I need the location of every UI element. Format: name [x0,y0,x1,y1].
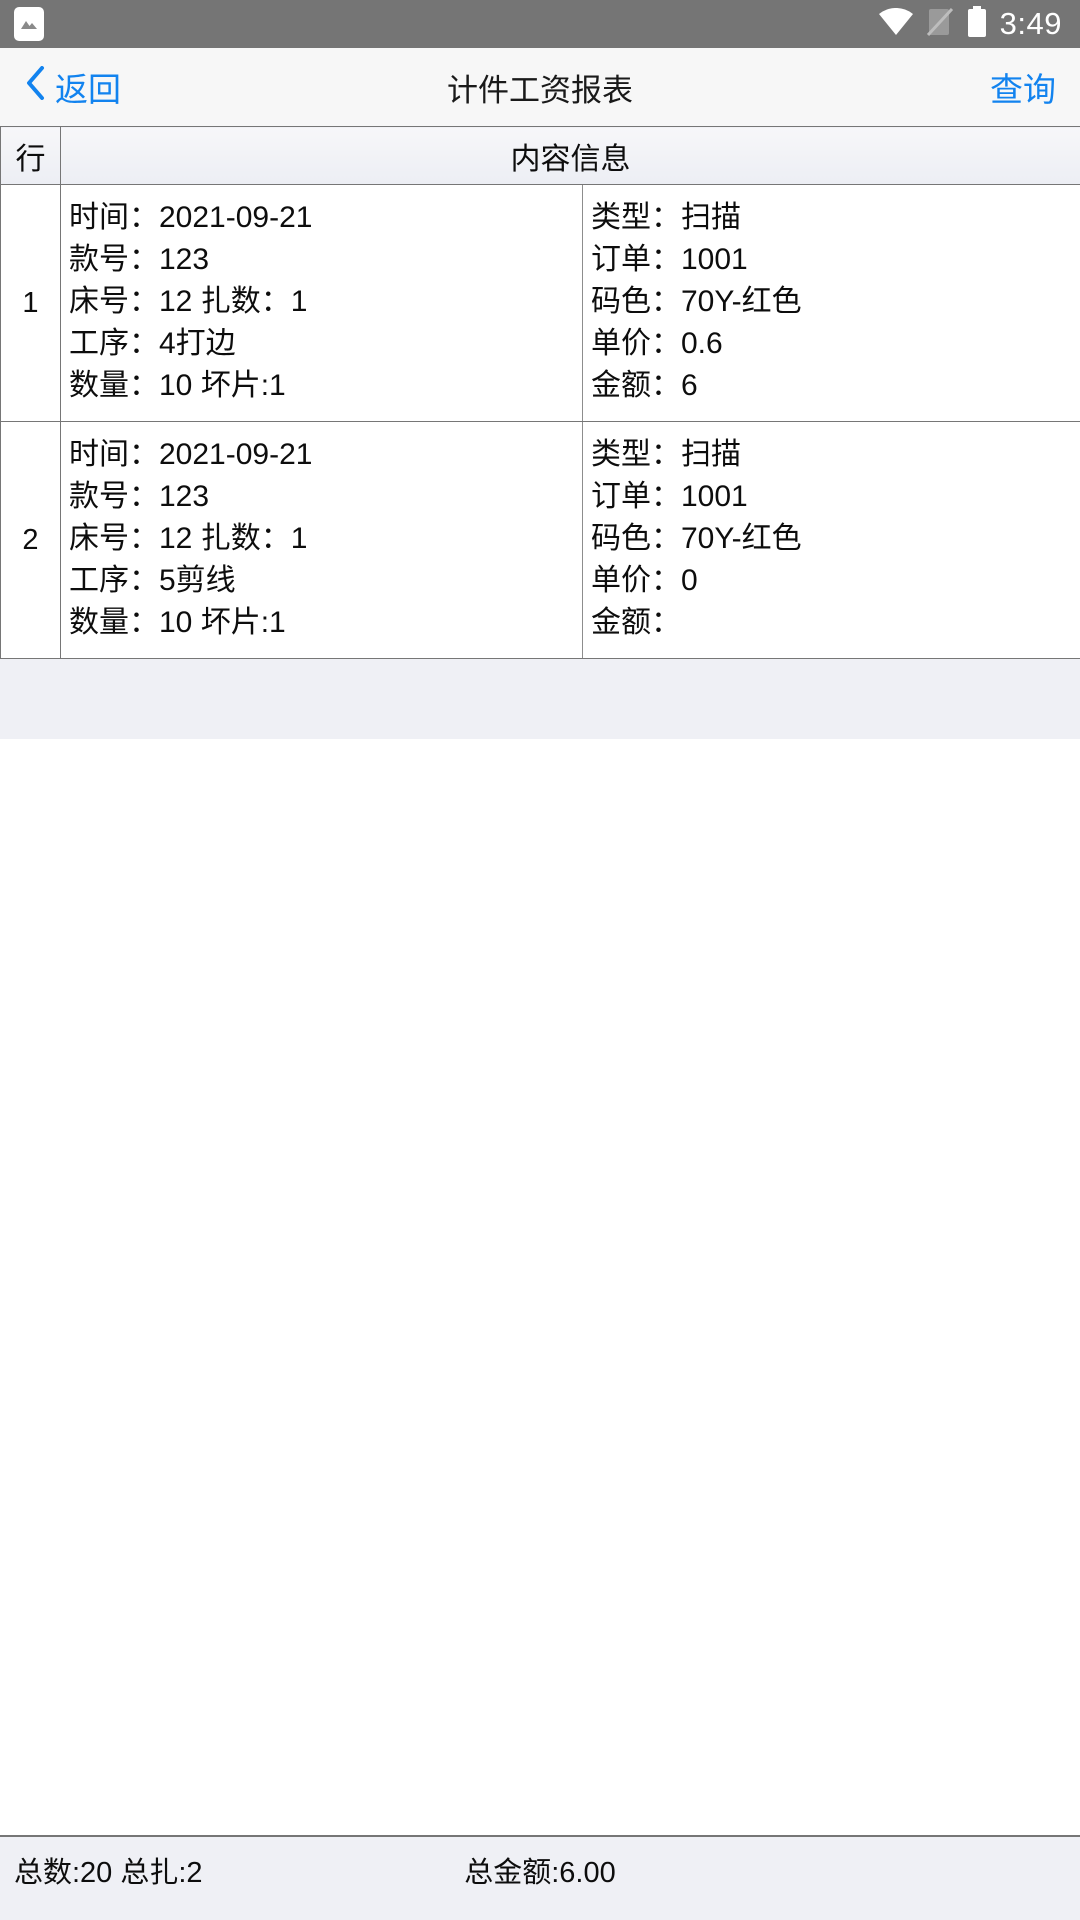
field-quantity: 数量：10 坏片:1 [69,606,286,639]
table-header-row: 行 内容信息 [0,126,1080,185]
table-header-content: 内容信息 [60,126,1080,185]
query-button[interactable]: 查询 [990,63,1056,111]
chevron-left-icon [26,66,46,108]
field-type: 类型：扫描 [591,201,741,234]
row-index: 2 [0,421,61,659]
battery-icon [966,5,988,43]
photo-notification-icon [14,7,44,41]
field-process: 工序：5剪线 [69,564,236,597]
row-content: 时间：2021-09-21 款号：123 床号：12 扎数：1 工序：4打边 数… [60,184,1080,422]
signal-off-icon [926,7,954,42]
navigation-bar: 返回 计件工资报表 查询 [0,48,1080,126]
list-empty-filler [0,659,1080,739]
field-amount: 金额：6 [591,369,698,402]
row-content-left: 时间：2021-09-21 款号：123 床号：12 扎数：1 工序：4打边 数… [61,185,583,421]
status-bar-left [14,7,44,41]
field-unit-price: 单价：0.6 [591,327,723,360]
field-bed-bundle: 床号：12 扎数：1 [69,522,308,555]
field-bed-bundle: 床号：12 扎数：1 [69,285,308,318]
field-order: 订单：1001 [591,480,748,513]
row-content-left: 时间：2021-09-21 款号：123 床号：12 扎数：1 工序：5剪线 数… [61,422,583,658]
summary-total-amount: 总金额:6.00 [464,1857,616,1889]
status-bar-clock: 3:49 [999,6,1062,41]
field-type: 类型：扫描 [591,438,741,471]
table-header: 行 内容信息 [0,126,1080,185]
back-button-label: 返回 [55,71,121,108]
row-content-right: 类型：扫描 订单：1001 码色：70Y-红色 单价：0 金额： [583,422,1080,658]
report-table-container: 行 内容信息 1 时间：2021-09-21 款号：123 床号：12 扎数：1… [0,126,1080,739]
summary-bar: 总数:20 总扎:2 总金额:6.00 [0,1835,1080,1920]
row-content: 时间：2021-09-21 款号：123 床号：12 扎数：1 工序：5剪线 数… [60,421,1080,659]
field-time: 时间：2021-09-21 [69,201,313,234]
field-size-color: 码色：70Y-红色 [591,522,802,555]
table-body: 1 时间：2021-09-21 款号：123 床号：12 扎数：1 工序：4打边… [0,184,1080,659]
table-row[interactable]: 1 时间：2021-09-21 款号：123 床号：12 扎数：1 工序：4打边… [0,184,1080,422]
field-quantity: 数量：10 坏片:1 [69,369,286,402]
table-header-index: 行 [0,126,61,185]
row-content-right: 类型：扫描 订单：1001 码色：70Y-红色 单价：0.6 金额：6 [583,185,1080,421]
field-style-no: 款号：123 [69,480,210,513]
status-bar: 3:49 [0,0,1080,48]
back-button[interactable]: 返回 [0,63,121,111]
field-process: 工序：4打边 [69,327,236,360]
status-bar-right: 3:49 [878,5,1062,43]
field-style-no: 款号：123 [69,243,210,276]
field-size-color: 码色：70Y-红色 [591,285,802,318]
page-title: 计件工资报表 [447,72,633,108]
field-amount: 金额： [591,606,681,639]
row-index: 1 [0,184,61,422]
field-order: 订单：1001 [591,243,748,276]
report-table: 行 内容信息 1 时间：2021-09-21 款号：123 床号：12 扎数：1… [0,126,1080,659]
field-unit-price: 单价：0 [591,564,698,597]
wifi-icon [878,7,914,41]
table-row[interactable]: 2 时间：2021-09-21 款号：123 床号：12 扎数：1 工序：5剪线… [0,421,1080,659]
field-time: 时间：2021-09-21 [69,438,313,471]
